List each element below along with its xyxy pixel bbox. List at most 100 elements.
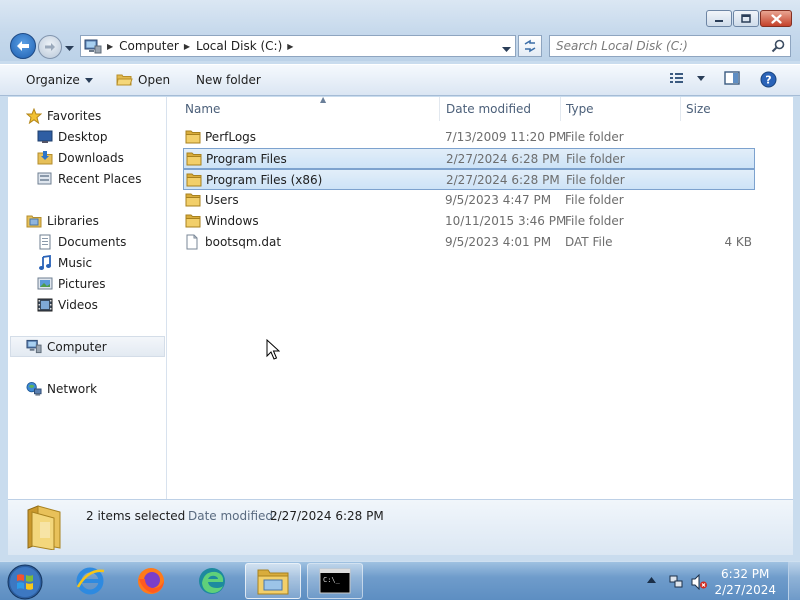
maximize-button[interactable]	[733, 10, 759, 27]
column-size-label: Size	[686, 102, 711, 116]
clock-date: 2/27/2024	[714, 583, 776, 597]
file-row[interactable]: Program Files 2/27/2024 6:28 PM File fol…	[183, 148, 755, 169]
organize-label: Organize	[26, 73, 80, 87]
file-row[interactable]: bootsqm.dat 9/5/2023 4:01 PM DAT File 4 …	[183, 232, 755, 253]
file-list: Name ▲ Date modified Type Size PerfLogs …	[167, 95, 793, 499]
libraries-icon	[26, 213, 42, 229]
change-view-button[interactable]	[669, 71, 705, 85]
new-folder-button[interactable]: New folder	[196, 73, 261, 87]
explorer-window: ▶ Computer ▶ Local Disk (C:) ▶ Organize …	[0, 0, 800, 561]
maximize-icon	[741, 14, 751, 23]
taskbar-firefox[interactable]	[123, 563, 179, 599]
computer-icon	[84, 39, 102, 54]
show-hidden-icons-icon[interactable]	[647, 577, 656, 583]
column-header-name[interactable]: Name ▲	[180, 95, 440, 121]
help-button[interactable]: ?	[760, 71, 777, 88]
file-size: 4 KB	[724, 235, 752, 249]
start-button[interactable]	[5, 562, 45, 600]
column-header-size[interactable]: Size	[681, 97, 761, 121]
file-row[interactable]: Users 9/5/2023 4:47 PM File folder	[183, 190, 755, 211]
network-status-icon[interactable]	[668, 574, 684, 590]
title-bar[interactable]	[0, 0, 800, 32]
show-desktop-button[interactable]	[788, 562, 800, 600]
open-button[interactable]: Open	[116, 73, 170, 87]
column-type-label: Type	[566, 102, 594, 116]
chevron-down-icon	[697, 75, 705, 81]
nav-network-label: Network	[47, 381, 98, 396]
computer-icon	[26, 339, 42, 355]
file-date: 2/27/2024 6:28 PM	[446, 152, 560, 166]
back-arrow-icon	[17, 41, 29, 51]
file-date: 7/13/2009 11:20 PM	[445, 130, 567, 144]
address-row: ▶ Computer ▶ Local Disk (C:) ▶	[0, 32, 800, 61]
address-dropdown[interactable]	[502, 42, 511, 56]
file-type: File folder	[566, 152, 625, 166]
column-header-type[interactable]: Type	[561, 97, 681, 121]
date-modified-label: Date modified:	[188, 509, 278, 523]
svg-text:?: ?	[765, 74, 771, 87]
nav-libraries[interactable]: Libraries	[26, 210, 184, 231]
nav-libraries-label: Libraries	[47, 213, 99, 228]
nav-videos-label: Videos	[58, 297, 98, 312]
recent-pages-dropdown[interactable]	[65, 41, 74, 55]
nav-desktop-label: Desktop	[58, 129, 108, 144]
close-button[interactable]	[760, 10, 792, 27]
preview-pane-icon	[724, 71, 740, 85]
address-bar[interactable]: ▶ Computer ▶ Local Disk (C:) ▶	[80, 35, 516, 57]
file-date: 9/5/2023 4:01 PM	[445, 235, 552, 249]
window-controls	[706, 10, 792, 27]
search-input[interactable]	[556, 36, 766, 56]
file-icon	[185, 234, 199, 253]
folder-icon	[186, 151, 203, 169]
view-details-icon	[670, 73, 683, 83]
column-header-date[interactable]: Date modified	[441, 97, 561, 121]
forward-arrow-icon	[45, 43, 55, 51]
selection-count: 2 items selected	[86, 509, 186, 523]
refresh-button[interactable]	[518, 35, 542, 57]
chevron-down-icon	[84, 77, 93, 83]
clock-time: 6:32 PM	[721, 567, 770, 581]
help-icon: ?	[760, 71, 777, 88]
file-row[interactable]: PerfLogs 7/13/2009 11:20 PM File folder	[183, 127, 755, 148]
command-prompt-icon: C:\_	[319, 568, 351, 594]
file-name: PerfLogs	[205, 130, 257, 144]
breadcrumb-computer[interactable]: Computer	[119, 39, 179, 53]
taskbar-internet-explorer[interactable]	[62, 563, 118, 599]
videos-icon	[37, 297, 53, 313]
breadcrumb-arrow-icon[interactable]: ▶	[287, 42, 293, 51]
recent-places-icon	[37, 171, 53, 187]
file-row[interactable]: Windows 10/11/2015 3:46 PM File folder	[183, 211, 755, 232]
nav-favorites[interactable]: Favorites	[26, 105, 184, 126]
nav-computer-label: Computer	[47, 339, 107, 354]
file-explorer-icon	[257, 569, 289, 595]
taskbar-file-explorer[interactable]	[245, 563, 301, 599]
clock[interactable]: 6:32 PM 2/27/2024	[714, 566, 776, 598]
file-row[interactable]: Program Files (x86) 2/27/2024 6:28 PM Fi…	[183, 169, 755, 190]
windows-logo-icon	[7, 564, 43, 599]
file-type: File folder	[566, 173, 625, 187]
music-icon	[37, 254, 53, 271]
minimize-button[interactable]	[706, 10, 732, 27]
file-name: Program Files	[206, 152, 287, 166]
breadcrumb-arrow-icon[interactable]: ▶	[184, 42, 190, 51]
search-icon[interactable]	[771, 39, 785, 53]
back-button[interactable]	[10, 33, 36, 59]
pictures-icon	[37, 276, 53, 292]
breadcrumb-arrow-icon[interactable]: ▶	[107, 42, 113, 51]
forward-button[interactable]	[38, 35, 62, 59]
star-icon	[26, 107, 42, 124]
nav-network[interactable]: Network	[26, 378, 184, 399]
folder-stack-icon	[27, 505, 61, 550]
open-label: Open	[138, 73, 171, 87]
file-date: 9/5/2023 4:47 PM	[445, 193, 552, 207]
taskbar-command-prompt[interactable]: C:\_	[307, 563, 363, 599]
volume-muted-icon[interactable]	[690, 574, 708, 590]
taskbar-edge[interactable]	[184, 563, 240, 599]
search-box[interactable]	[549, 35, 791, 57]
nav-computer[interactable]: Computer	[10, 336, 165, 357]
preview-pane-button[interactable]	[724, 71, 740, 85]
breadcrumb-local-disk[interactable]: Local Disk (C:)	[196, 39, 282, 53]
column-name-label: Name	[185, 102, 221, 116]
organize-menu[interactable]: Organize	[26, 73, 93, 87]
nav-documents-label: Documents	[58, 234, 127, 249]
